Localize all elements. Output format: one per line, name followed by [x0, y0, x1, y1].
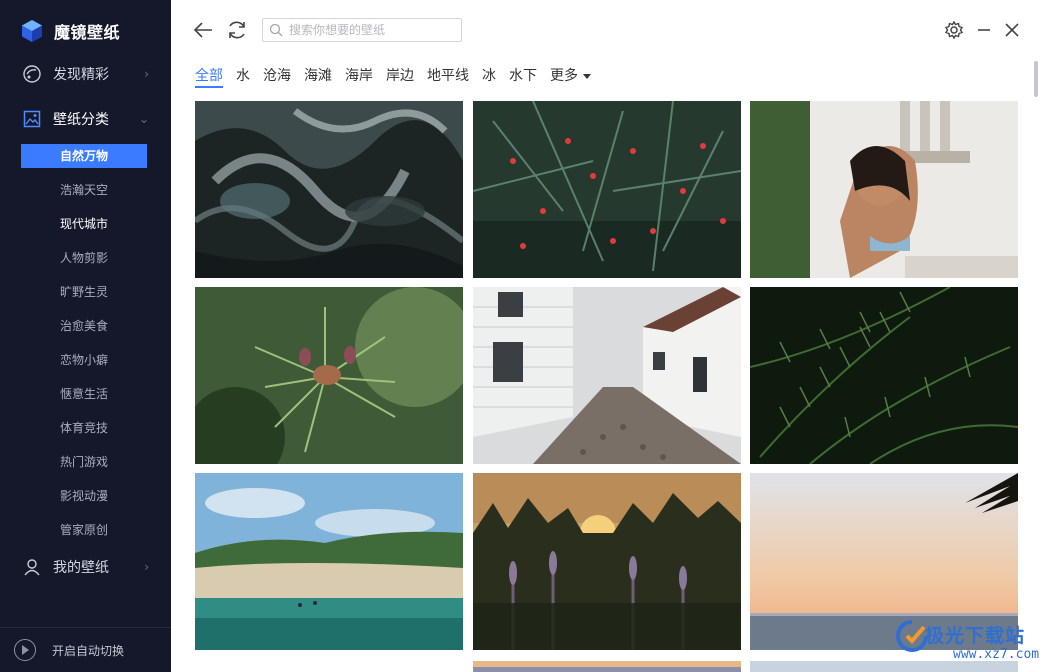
wallpaper-thumbnail[interactable] — [473, 659, 741, 672]
discover-icon — [23, 65, 41, 83]
close-icon[interactable] — [1000, 18, 1024, 42]
scrollbar-thumb[interactable] — [1034, 61, 1038, 97]
tab-underwater[interactable]: 水下 — [509, 66, 537, 88]
tab-shore[interactable]: 岸边 — [386, 66, 414, 88]
wallpaper-thumbnail[interactable] — [473, 101, 741, 278]
sunset-meadow-image — [473, 473, 741, 650]
sub-item[interactable]: 惬意生活 — [60, 385, 108, 403]
back-arrow-icon[interactable] — [191, 18, 215, 42]
sub-item-active[interactable]: 自然万物 — [21, 144, 147, 168]
sub-item[interactable]: 旷野生灵 — [60, 283, 108, 301]
sidebar: 魔镜壁纸 发现精彩 › 壁纸分类 ⌄ 自然万物 浩瀚天空 现代城市 人物剪影 旷… — [0, 0, 171, 672]
user-icon — [24, 559, 40, 576]
minimize-icon[interactable] — [972, 18, 996, 42]
tab-horizon[interactable]: 地平线 — [427, 66, 469, 88]
chevron-down-icon: ⌄ — [138, 112, 149, 126]
wallpaper-thumbnail[interactable] — [473, 287, 741, 464]
search-box[interactable] — [262, 18, 462, 42]
refresh-icon[interactable] — [225, 18, 249, 42]
picture-icon — [23, 110, 41, 128]
nav-categories-label: 壁纸分类 — [53, 112, 109, 128]
sub-item[interactable]: 恋物小癖 — [60, 351, 108, 369]
watermark: 极光下载站 www.xz7.com — [895, 617, 1039, 667]
pine-cone-image — [195, 287, 463, 464]
tab-sea[interactable]: 沧海 — [263, 66, 291, 88]
fern-leaves-image — [750, 287, 1018, 464]
sub-item[interactable]: 热门游戏 — [60, 453, 108, 471]
tab-water[interactable]: 水 — [236, 66, 250, 88]
wallpaper-thumbnail[interactable] — [195, 473, 463, 650]
tab-all[interactable]: 全部 — [195, 66, 223, 88]
wallpaper-thumbnail[interactable] — [195, 101, 463, 278]
chevron-right-icon: › — [144, 560, 149, 574]
wallpaper-thumbnail[interactable] — [473, 473, 741, 650]
nav-discover[interactable]: 发现精彩 › — [0, 56, 171, 92]
nav-my-wallpapers-label: 我的壁纸 — [53, 560, 109, 576]
search-icon — [269, 23, 283, 37]
tab-beach[interactable]: 海滩 — [304, 66, 332, 88]
chevron-right-icon: › — [144, 67, 149, 81]
pine-berries-image — [473, 101, 741, 278]
sub-item[interactable]: 治愈美食 — [60, 317, 108, 335]
sub-item[interactable]: 影视动漫 — [60, 487, 108, 505]
woman-bench-image — [750, 101, 1018, 278]
app-name: 魔镜壁纸 — [54, 23, 121, 42]
scrollbar[interactable] — [1033, 60, 1039, 672]
nav-categories[interactable]: 壁纸分类 ⌄ — [0, 101, 171, 137]
auto-switch-label: 开启自动切换 — [52, 643, 125, 658]
sub-item[interactable]: 现代城市 — [60, 215, 108, 233]
tab-more-label: 更多 — [550, 68, 578, 84]
sub-item[interactable]: 浩瀚天空 — [60, 181, 108, 199]
tab-coast[interactable]: 海岸 — [345, 66, 373, 88]
sub-item[interactable]: 管家原创 — [60, 521, 108, 539]
sub-item[interactable]: 人物剪影 — [60, 249, 108, 267]
watermark-logo-icon — [895, 620, 928, 653]
category-tabs: 全部 水 沧海 海滩 海岸 岸边 地平线 冰 水下 更多 — [195, 66, 604, 88]
search-input[interactable] — [289, 21, 457, 39]
wallpaper-thumbnail[interactable] — [750, 287, 1018, 464]
wallpaper-grid — [195, 101, 1019, 672]
tab-ice[interactable]: 冰 — [482, 66, 496, 88]
settings-gear-icon[interactable] — [942, 18, 966, 42]
wallpaper-thumbnail[interactable] — [750, 101, 1018, 278]
caret-down-icon — [583, 73, 591, 79]
sub-item[interactable]: 体育竞技 — [60, 419, 108, 437]
cobblestone-street-image — [473, 287, 741, 464]
nav-my-wallpapers[interactable]: 我的壁纸 › — [0, 549, 171, 585]
app-logo-icon — [22, 20, 42, 42]
wallpaper-thumbnail[interactable] — [195, 287, 463, 464]
lake-beach-image — [195, 473, 463, 650]
abstract-fluid-image — [195, 101, 463, 278]
play-icon — [14, 639, 36, 661]
nav-discover-label: 发现精彩 — [53, 67, 109, 83]
tab-more-dropdown[interactable]: 更多 — [550, 66, 591, 88]
watermark-text: 极光下载站 — [925, 625, 1026, 647]
auto-switch-button[interactable]: 开启自动切换 — [0, 627, 171, 672]
watermark-url: www.xz7.com — [953, 647, 1040, 662]
partial-sunset-image — [473, 661, 741, 672]
topbar — [171, 0, 1042, 60]
brand: 魔镜壁纸 — [20, 17, 120, 45]
